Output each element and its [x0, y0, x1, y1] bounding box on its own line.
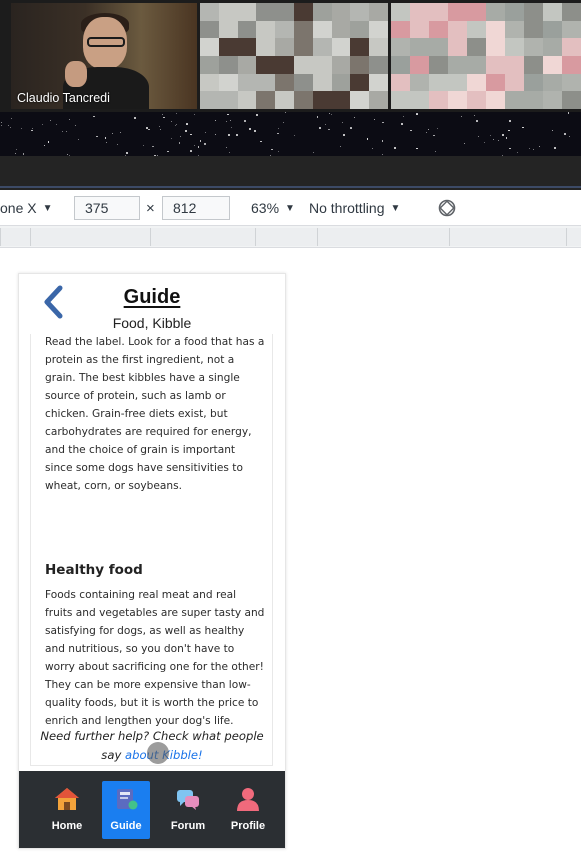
- zoom-select[interactable]: 63% ▼: [251, 190, 295, 226]
- dropdown-caret-icon: ▼: [390, 202, 401, 214]
- chat-bubbles-icon: [177, 790, 199, 810]
- zoom-value: 63%: [251, 200, 280, 216]
- throttling-select[interactable]: No throttling ▼: [309, 190, 400, 226]
- page-subtitle: Food, Kibble: [112, 315, 192, 331]
- divider-line: [0, 186, 581, 188]
- video-tile-blurred-2[interactable]: [391, 3, 581, 109]
- page-title: Guide: [123, 286, 181, 308]
- nav-item-home[interactable]: Home: [43, 781, 91, 839]
- nav-label: Home: [51, 820, 83, 832]
- video-call-strip: Claudio Tancredi: [0, 0, 581, 112]
- nav-item-profile[interactable]: Profile: [224, 781, 272, 839]
- device-select[interactable]: one X ▼: [0, 190, 53, 226]
- media-query-ruler[interactable]: [0, 226, 581, 248]
- device-select-value: one X: [0, 200, 37, 216]
- height-input[interactable]: 812: [162, 196, 230, 220]
- dropdown-caret-icon: ▼: [285, 202, 295, 214]
- bottom-navigation: Home Guide Forum Profile: [19, 771, 285, 848]
- dropdown-caret-icon: ▼: [42, 202, 53, 214]
- person-icon: [237, 788, 259, 811]
- video-tile-blurred-1[interactable]: [200, 3, 388, 109]
- nav-label: Profile: [230, 820, 266, 832]
- touch-cursor: [147, 742, 169, 764]
- nav-label: Forum: [170, 820, 206, 832]
- guide-paragraph: Foods containing real meat and real frui…: [45, 589, 265, 727]
- device-viewport: Guide Food, Kibble Read the label. Look …: [18, 273, 286, 849]
- devtools-device-toolbar: one X ▼ 375 × 812 63% ▼ No throttling ▼: [0, 190, 581, 226]
- book-icon: [117, 789, 138, 810]
- pixelated-video: [391, 3, 581, 109]
- nav-item-forum[interactable]: Forum: [164, 781, 212, 839]
- guide-paragraph: Read the label. Look for a food that has…: [45, 336, 265, 492]
- starry-background: [0, 112, 581, 156]
- pixelated-video: [200, 3, 388, 109]
- screen: Claudio Tancredi one X ▼ 375 × 812 63% ▼…: [0, 0, 581, 853]
- window-band: [0, 156, 581, 190]
- nav-label: Guide: [110, 820, 142, 832]
- dimension-separator: ×: [146, 199, 155, 217]
- video-tile-speaker[interactable]: Claudio Tancredi: [11, 3, 197, 109]
- rotate-icon[interactable]: [437, 198, 457, 218]
- guide-content[interactable]: Read the label. Look for a food that has…: [30, 334, 273, 766]
- house-icon: [55, 788, 79, 810]
- section-heading: Healthy food: [45, 562, 143, 578]
- width-input[interactable]: 375: [74, 196, 140, 220]
- nav-item-guide[interactable]: Guide: [102, 781, 150, 839]
- throttling-value: No throttling: [309, 200, 385, 216]
- participant-name: Claudio Tancredi: [17, 91, 110, 105]
